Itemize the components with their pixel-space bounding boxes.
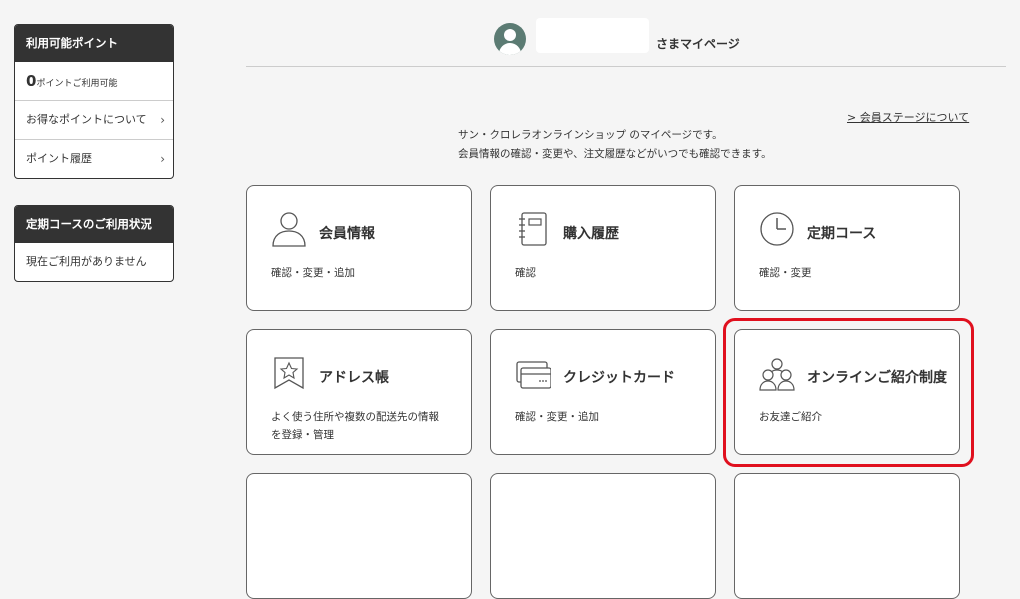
- chevron-right-icon: ›: [160, 113, 165, 127]
- card-credit-card[interactable]: クレジットカード 確認・変更・追加: [490, 329, 716, 455]
- points-value: 0: [26, 72, 37, 90]
- highlight-frame: [723, 318, 974, 467]
- card-subtitle: よく使う住所や複数の配送先の情報 を登録・管理: [271, 411, 439, 441]
- card-subtitle: 確認・変更・追加: [271, 267, 355, 279]
- member-stage-link[interactable]: > 会員ステージについて: [847, 109, 969, 125]
- points-about-link[interactable]: お得なポイントについて ›: [15, 100, 173, 139]
- card-partial[interactable]: [246, 473, 472, 599]
- points-history-link[interactable]: ポイント履歴 ›: [15, 139, 173, 178]
- card-purchase-history[interactable]: 購入履歴 確認: [490, 185, 716, 311]
- chevron-right-icon: ›: [160, 152, 165, 166]
- bookmark-star-icon: [274, 357, 304, 390]
- avatar: [494, 23, 526, 55]
- credit-card-icon: [516, 361, 551, 389]
- course-status: 現在ご利用がありません: [26, 255, 147, 268]
- card-subscription[interactable]: 定期コース 確認・変更: [734, 185, 960, 311]
- points-balance: 0ポイントご利用可能: [15, 62, 173, 100]
- page-title: さまマイページ: [656, 37, 740, 51]
- card-member-info[interactable]: 会員情報 確認・変更・追加: [246, 185, 472, 311]
- card-title: 購入履歴: [563, 226, 619, 242]
- card-title: 定期コース: [807, 226, 877, 242]
- intro-line-1: サン・クロレラオンラインショップ のマイページです。: [458, 129, 723, 141]
- card-subtitle: 確認: [515, 267, 536, 279]
- points-history-label: ポイント履歴: [26, 152, 92, 165]
- notebook-icon: [519, 212, 547, 246]
- person-icon: [272, 212, 306, 247]
- points-panel: 利用可能ポイント 0ポイントご利用可能 お得なポイントについて › ポイント履歴…: [14, 24, 174, 179]
- card-subtitle: 確認・変更・追加: [515, 411, 599, 423]
- course-panel-header: 定期コースのご利用状況: [15, 206, 173, 243]
- card-partial[interactable]: [734, 473, 960, 599]
- intro-line-2: 会員情報の確認・変更や、注文履歴などがいつでも確認できます。: [458, 148, 772, 160]
- clock-icon: [760, 212, 794, 246]
- card-title: クレジットカード: [563, 370, 675, 386]
- card-title: 会員情報: [319, 226, 375, 242]
- card-partial[interactable]: [490, 473, 716, 599]
- course-panel: 定期コースのご利用状況 現在ご利用がありません: [14, 205, 174, 282]
- points-panel-header: 利用可能ポイント: [15, 25, 173, 62]
- points-unit: ポイントご利用可能: [36, 79, 118, 89]
- card-title: アドレス帳: [319, 370, 389, 386]
- card-subtitle: 確認・変更: [759, 267, 812, 279]
- card-address-book[interactable]: アドレス帳 よく使う住所や複数の配送先の情報 を登録・管理: [246, 329, 472, 455]
- mypage-header: さまマイページ: [246, 18, 1006, 67]
- user-name-redacted: [536, 18, 649, 53]
- points-about-label: お得なポイントについて: [26, 113, 147, 126]
- intro-text: サン・クロレラオンラインショップ のマイページです。 会員情報の確認・変更や、注…: [458, 126, 772, 164]
